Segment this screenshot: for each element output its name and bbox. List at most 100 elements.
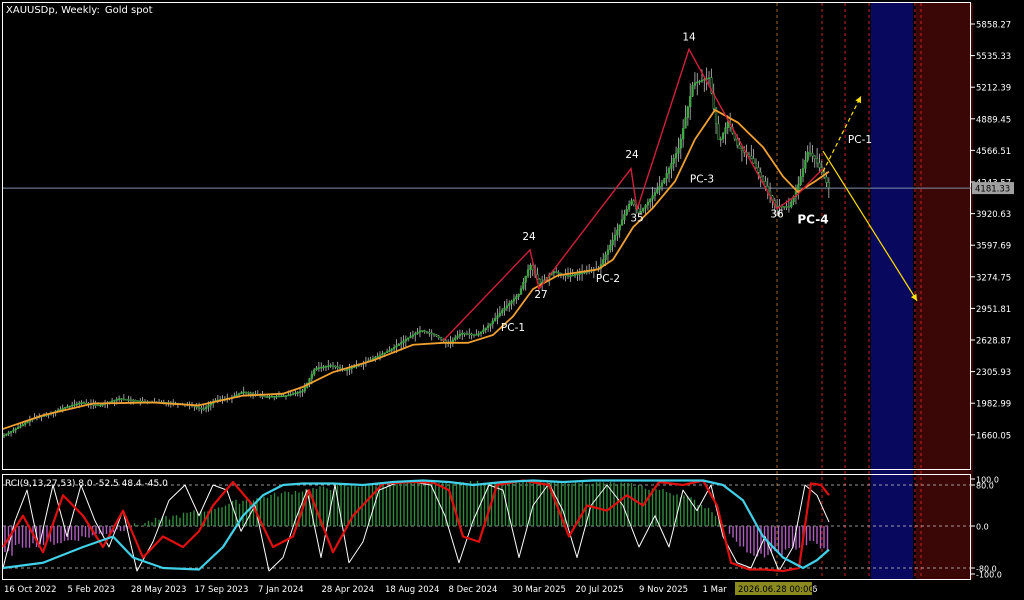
candle-body xyxy=(404,339,408,342)
candle-body xyxy=(296,392,299,394)
candle-body xyxy=(700,79,704,82)
candle-body xyxy=(566,275,570,277)
candle-body xyxy=(776,205,779,207)
candle-body xyxy=(390,348,393,351)
candle-body xyxy=(392,346,396,350)
candle-body xyxy=(16,427,20,429)
wave-label: PC-3 xyxy=(690,173,714,185)
candle-body xyxy=(759,172,762,178)
candle-body xyxy=(613,234,617,241)
candle-body xyxy=(785,206,788,208)
candle-body xyxy=(287,394,290,397)
candle-body xyxy=(407,337,410,340)
candle-body xyxy=(813,155,816,159)
candle-body xyxy=(204,406,208,410)
candle-body xyxy=(618,224,621,231)
candle-body xyxy=(66,406,69,408)
x-tick-label: 28 Apr 2024 xyxy=(322,585,375,595)
candle-body xyxy=(12,429,15,432)
y-tick-label: 3274.75 xyxy=(976,273,1011,283)
candle-body xyxy=(336,366,339,369)
candle-body xyxy=(261,395,264,397)
candle-body xyxy=(663,178,666,184)
candle-body xyxy=(799,176,802,185)
candle-body xyxy=(388,350,391,352)
candle-body xyxy=(82,402,86,404)
candle-body xyxy=(740,148,744,151)
wave-label: PC-4 xyxy=(797,212,828,226)
candle-body xyxy=(430,332,433,335)
wave-label: 24 xyxy=(522,231,536,243)
candle-body xyxy=(529,265,532,270)
x-tick-label: 20 Jul 2025 xyxy=(576,585,624,595)
candle-body xyxy=(101,403,104,406)
candle-body xyxy=(557,272,560,274)
candle-body xyxy=(498,312,502,316)
candle-body xyxy=(677,148,680,154)
candle-body xyxy=(611,239,614,246)
time-zone-red xyxy=(916,3,973,579)
candle-body xyxy=(195,406,198,408)
candle-body xyxy=(698,80,701,83)
candle-body xyxy=(503,307,506,311)
candle-body xyxy=(679,138,682,149)
candle-body xyxy=(454,337,457,341)
rci-tick-label: 80.0 xyxy=(976,482,994,491)
candle-body xyxy=(672,158,675,164)
candle-body xyxy=(458,333,462,337)
candle-body xyxy=(801,168,805,177)
y-tick-label: 1982.99 xyxy=(976,400,1011,410)
candle-body xyxy=(573,274,577,276)
y-tick-label: 1660.05 xyxy=(976,431,1011,441)
candle-body xyxy=(437,335,440,338)
candle-body xyxy=(686,106,690,118)
x-tick-label: 30 Mar 2025 xyxy=(512,585,566,595)
candle-body xyxy=(80,402,83,404)
candle-body xyxy=(653,192,657,197)
candle-body xyxy=(381,353,384,356)
candle-body xyxy=(414,333,417,336)
candle-body xyxy=(397,343,400,346)
wave-label: 35 xyxy=(630,212,643,224)
candle-body xyxy=(122,398,125,401)
candle-body xyxy=(465,333,469,335)
candle-body xyxy=(411,334,415,337)
symbol-description: Gold spot xyxy=(105,5,153,16)
candle-body xyxy=(616,229,619,236)
candle-body xyxy=(303,387,306,392)
candle-body xyxy=(790,201,793,208)
candle-body xyxy=(761,176,765,182)
candle-body xyxy=(526,269,530,277)
candle-body xyxy=(719,138,722,141)
candle-body xyxy=(244,391,248,394)
candle-body xyxy=(606,249,610,255)
candle-body xyxy=(508,303,511,306)
date-highlight-label: 2026.06.28 00:00 xyxy=(738,585,814,595)
candle-body xyxy=(85,402,88,405)
candle-body xyxy=(674,153,678,159)
candle-body xyxy=(383,352,386,355)
candle-body xyxy=(463,332,466,335)
candle-body xyxy=(275,395,278,398)
candle-body xyxy=(118,398,121,400)
y-tick-label: 2305.93 xyxy=(976,368,1011,378)
candle-body xyxy=(402,340,405,343)
candle-body xyxy=(294,392,297,395)
candle-body xyxy=(804,159,807,169)
candle-body xyxy=(378,354,382,357)
candle-body xyxy=(120,398,123,400)
candle-body xyxy=(395,345,398,348)
candle-body xyxy=(808,151,812,154)
candle-body xyxy=(322,366,325,368)
candle-body xyxy=(416,331,419,334)
candle-body xyxy=(68,405,71,408)
candle-body xyxy=(327,365,330,368)
wave-label: 14 xyxy=(682,31,696,43)
candle-body xyxy=(623,214,626,220)
candle-body xyxy=(26,421,29,424)
candle-body xyxy=(505,305,509,309)
candle-body xyxy=(721,133,725,140)
candle-body xyxy=(472,334,476,336)
candle-body xyxy=(569,275,572,277)
candle-body xyxy=(9,431,13,433)
